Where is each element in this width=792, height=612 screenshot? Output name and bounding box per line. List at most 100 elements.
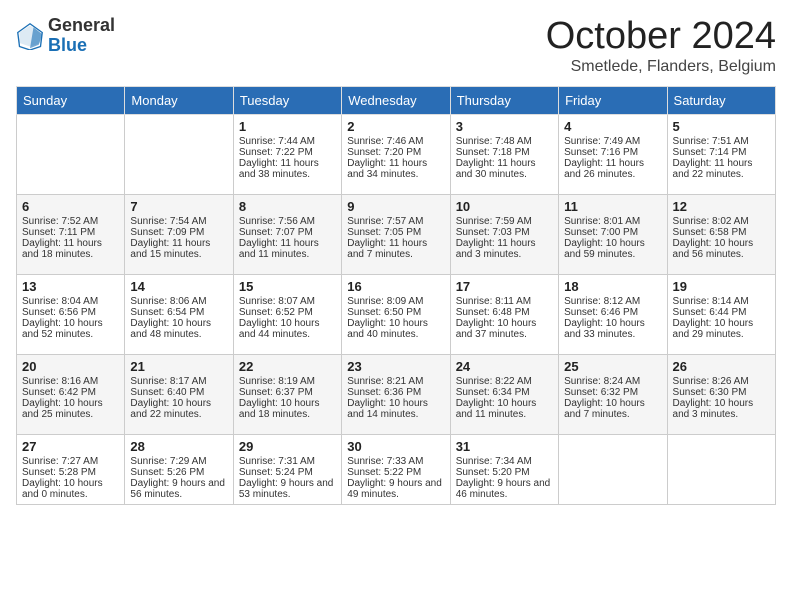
- daylight-text: Daylight: 9 hours and 53 minutes.: [239, 478, 336, 500]
- daylight-text: Daylight: 10 hours and 14 minutes.: [347, 398, 444, 420]
- day-number: 6: [22, 199, 119, 214]
- day-number: 11: [564, 199, 661, 214]
- day-number: 28: [130, 439, 227, 454]
- sunset-text: Sunset: 6:44 PM: [673, 307, 770, 318]
- day-of-week-header: Thursday: [450, 86, 558, 114]
- calendar-cell: 22Sunrise: 8:19 AMSunset: 6:37 PMDayligh…: [233, 354, 341, 434]
- calendar-cell: 7 Sunrise: 7:54 AMSunset: 7:09 PMDaylight…: [125, 194, 233, 274]
- logo: General Blue: [16, 16, 115, 56]
- sunrise-text: Sunrise: 8:14 AM: [673, 296, 770, 307]
- sunrise-text: Sunrise: 8:02 AM: [673, 216, 770, 227]
- calendar-cell: 10Sunrise: 7:59 AMSunset: 7:03 PMDayligh…: [450, 194, 558, 274]
- sunrise-text: Sunrise: 8:19 AM: [239, 376, 336, 387]
- sunrise-text: Sunrise: 7:31 AM: [239, 456, 336, 467]
- daylight-text: Daylight: 9 hours and 49 minutes.: [347, 478, 444, 500]
- day-number: 24: [456, 359, 553, 374]
- sunset-text: Sunset: 6:52 PM: [239, 307, 336, 318]
- sunset-text: Sunset: 7:03 PM: [456, 227, 553, 238]
- sunset-text: Sunset: 7:07 PM: [239, 227, 336, 238]
- daylight-text: Daylight: 10 hours and 56 minutes.: [673, 238, 770, 260]
- day-number: 9: [347, 199, 444, 214]
- calendar-cell: 27Sunrise: 7:27 AMSunset: 5:28 PMDayligh…: [17, 434, 125, 504]
- sunset-text: Sunset: 6:36 PM: [347, 387, 444, 398]
- day-number: 10: [456, 199, 553, 214]
- calendar-cell: [559, 434, 667, 504]
- calendar-cell: 19 Sunrise: 8:14 AMSunset: 6:44 PMDayligh…: [667, 274, 775, 354]
- calendar-cell: [125, 114, 233, 194]
- sunrise-text: Sunrise: 8:09 AM: [347, 296, 444, 307]
- sunset-text: Sunset: 6:58 PM: [673, 227, 770, 238]
- sunset-text: Sunset: 7:14 PM: [673, 147, 770, 158]
- day-number: 15: [239, 279, 336, 294]
- day-number: 8: [239, 199, 336, 214]
- calendar-cell: 13Sunrise: 8:04 AMSunset: 6:56 PMDayligh…: [17, 274, 125, 354]
- day-number: 25: [564, 359, 661, 374]
- day-number: 3: [456, 119, 553, 134]
- daylight-text: Daylight: 9 hours and 56 minutes.: [130, 478, 227, 500]
- calendar-cell: 6Sunrise: 7:52 AMSunset: 7:11 PMDaylight…: [17, 194, 125, 274]
- day-number: 31: [456, 439, 553, 454]
- sunrise-text: Sunrise: 7:51 AM: [673, 136, 770, 147]
- sunset-text: Sunset: 5:20 PM: [456, 467, 553, 478]
- daylight-text: Daylight: 10 hours and 48 minutes.: [130, 318, 227, 340]
- day-number: 18: [564, 279, 661, 294]
- sunset-text: Sunset: 6:50 PM: [347, 307, 444, 318]
- calendar-cell: 4Sunrise: 7:49 AMSunset: 7:16 PMDaylight…: [559, 114, 667, 194]
- sunrise-text: Sunrise: 8:11 AM: [456, 296, 553, 307]
- daylight-text: Daylight: 11 hours and 22 minutes.: [673, 158, 770, 180]
- daylight-text: Daylight: 11 hours and 26 minutes.: [564, 158, 661, 180]
- calendar-table: SundayMondayTuesdayWednesdayThursdayFrid…: [16, 86, 776, 505]
- calendar-cell: 31Sunrise: 7:34 AMSunset: 5:20 PMDayligh…: [450, 434, 558, 504]
- day-number: 21: [130, 359, 227, 374]
- calendar-cell: 16Sunrise: 8:09 AMSunset: 6:50 PMDayligh…: [342, 274, 450, 354]
- logo-general-text: General: [48, 16, 115, 36]
- sunrise-text: Sunrise: 8:26 AM: [673, 376, 770, 387]
- day-number: 16: [347, 279, 444, 294]
- calendar-cell: 25Sunrise: 8:24 AMSunset: 6:32 PMDayligh…: [559, 354, 667, 434]
- daylight-text: Daylight: 11 hours and 7 minutes.: [347, 238, 444, 260]
- daylight-text: Daylight: 11 hours and 30 minutes.: [456, 158, 553, 180]
- sunrise-text: Sunrise: 7:44 AM: [239, 136, 336, 147]
- calendar-cell: [667, 434, 775, 504]
- day-number: 13: [22, 279, 119, 294]
- daylight-text: Daylight: 10 hours and 7 minutes.: [564, 398, 661, 420]
- day-number: 14: [130, 279, 227, 294]
- daylight-text: Daylight: 10 hours and 33 minutes.: [564, 318, 661, 340]
- sunrise-text: Sunrise: 7:59 AM: [456, 216, 553, 227]
- daylight-text: Daylight: 11 hours and 38 minutes.: [239, 158, 336, 180]
- daylight-text: Daylight: 10 hours and 22 minutes.: [130, 398, 227, 420]
- day-number: 4: [564, 119, 661, 134]
- daylight-text: Daylight: 10 hours and 29 minutes.: [673, 318, 770, 340]
- sunset-text: Sunset: 6:37 PM: [239, 387, 336, 398]
- day-number: 7: [130, 199, 227, 214]
- calendar-cell: 11 Sunrise: 8:01 AMSunset: 7:00 PMDayligh…: [559, 194, 667, 274]
- calendar-cell: 23Sunrise: 8:21 AMSunset: 6:36 PMDayligh…: [342, 354, 450, 434]
- sunrise-text: Sunrise: 7:54 AM: [130, 216, 227, 227]
- sunrise-text: Sunrise: 7:27 AM: [22, 456, 119, 467]
- sunset-text: Sunset: 5:28 PM: [22, 467, 119, 478]
- day-number: 2: [347, 119, 444, 134]
- sunrise-text: Sunrise: 8:01 AM: [564, 216, 661, 227]
- sunset-text: Sunset: 7:05 PM: [347, 227, 444, 238]
- logo-blue-text: Blue: [48, 36, 115, 56]
- sunset-text: Sunset: 7:20 PM: [347, 147, 444, 158]
- calendar-week-row: 27Sunrise: 7:27 AMSunset: 5:28 PMDayligh…: [17, 434, 776, 504]
- day-number: 29: [239, 439, 336, 454]
- calendar-cell: 29Sunrise: 7:31 AMSunset: 5:24 PMDayligh…: [233, 434, 341, 504]
- sunrise-text: Sunrise: 8:06 AM: [130, 296, 227, 307]
- sunrise-text: Sunrise: 7:33 AM: [347, 456, 444, 467]
- sunset-text: Sunset: 7:00 PM: [564, 227, 661, 238]
- sunrise-text: Sunrise: 8:07 AM: [239, 296, 336, 307]
- daylight-text: Daylight: 10 hours and 59 minutes.: [564, 238, 661, 260]
- daylight-text: Daylight: 9 hours and 46 minutes.: [456, 478, 553, 500]
- sunset-text: Sunset: 6:46 PM: [564, 307, 661, 318]
- sunset-text: Sunset: 6:32 PM: [564, 387, 661, 398]
- sunrise-text: Sunrise: 7:49 AM: [564, 136, 661, 147]
- day-number: 19: [673, 279, 770, 294]
- daylight-text: Daylight: 11 hours and 15 minutes.: [130, 238, 227, 260]
- sunset-text: Sunset: 7:18 PM: [456, 147, 553, 158]
- daylight-text: Daylight: 10 hours and 3 minutes.: [673, 398, 770, 420]
- daylight-text: Daylight: 11 hours and 11 minutes.: [239, 238, 336, 260]
- calendar-header-row: SundayMondayTuesdayWednesdayThursdayFrid…: [17, 86, 776, 114]
- sunset-text: Sunset: 7:09 PM: [130, 227, 227, 238]
